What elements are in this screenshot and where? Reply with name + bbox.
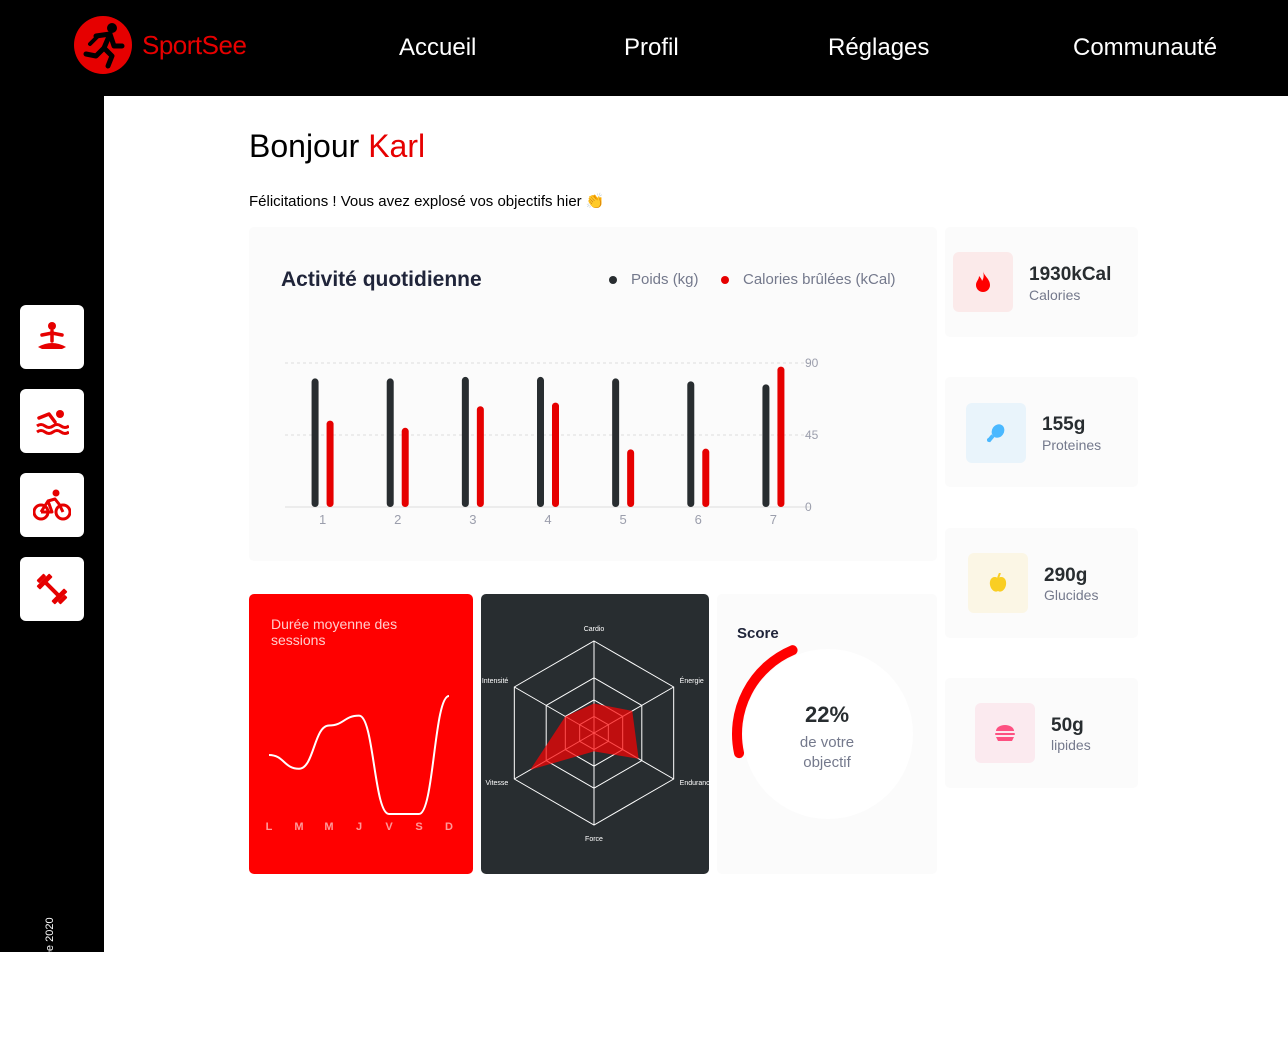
day-tick-label: S: [415, 821, 422, 833]
x-tick-label: 3: [469, 512, 476, 527]
calorie-bar: [326, 420, 334, 507]
activity-chart-card: Activité quotidienne Poids (kg) Calories…: [249, 227, 937, 561]
nav-reglages[interactable]: Réglages: [828, 34, 929, 62]
score-value: 22%: [804, 702, 850, 727]
calories-label: Calories: [1029, 287, 1081, 303]
weight-bar: [461, 376, 469, 507]
day-tick-label: J: [356, 821, 362, 833]
top-navbar: SportSee Accueil Profil Réglages Communa…: [0, 0, 1288, 96]
calorie-bar: [777, 366, 785, 507]
nav-profil[interactable]: Profil: [624, 34, 679, 62]
greeting-hello: Bonjour: [249, 128, 360, 164]
yoga-icon: [38, 322, 66, 349]
day-tick-label: V: [385, 821, 393, 833]
proteines-icon-box: [966, 403, 1026, 463]
glucides-icon-box: [968, 553, 1028, 613]
y-tick-label: 0: [805, 500, 812, 514]
weight-bar: [687, 381, 695, 507]
score-subtitle-line1: de votre: [799, 734, 855, 751]
lipides-value: 50g: [1051, 715, 1084, 736]
copyright-text: Copyright, SportSee 2020: [44, 917, 56, 1044]
average-sessions-card: Durée moyenne des sessions LMMJVSD: [249, 594, 473, 874]
day-tick-label: D: [445, 821, 453, 833]
swimming-icon: [36, 410, 69, 435]
score-subtitle-line2: objectif: [803, 754, 851, 771]
glucides-value: 290g: [1044, 565, 1088, 586]
chicken-leg-icon: [986, 424, 1005, 443]
weight-bar: [537, 376, 544, 507]
x-tick-label: 2: [394, 512, 401, 527]
weight-bar: [762, 384, 770, 507]
dumbbell-button[interactable]: [20, 557, 84, 621]
radar-axis-label: Vitesse: [485, 780, 508, 787]
calories-icon-box: [953, 252, 1013, 312]
performance-radar-card: Cardio Énergie Endurance Force Vitesse Intens…: [481, 594, 714, 874]
radar-axis-label: Endurance: [680, 780, 709, 787]
score-card: Score 22% de votre objectif: [717, 594, 937, 874]
performance-radar-chart: Cardio Énergie Endurance Force Vitesse Intens…: [482, 626, 714, 843]
swimming-button[interactable]: [20, 389, 84, 453]
key-data-proteines: 155g Proteines: [945, 377, 1138, 487]
calorie-bar: [627, 449, 635, 507]
day-tick-label: L: [266, 821, 273, 833]
lipides-label: lipides: [1051, 737, 1091, 753]
calorie-bar: [702, 448, 710, 507]
day-tick-label: M: [294, 821, 303, 833]
nav-communaute[interactable]: Communauté: [1073, 34, 1217, 62]
page-title: Bonjour Karl: [249, 128, 425, 165]
radar-axis-label: Cardio: [584, 626, 605, 633]
calorie-bar: [401, 427, 409, 507]
radar-axis-label: Force: [585, 836, 603, 843]
score-subtitle: de votre objectif: [717, 733, 937, 773]
nav-accueil[interactable]: Accueil: [399, 34, 476, 62]
y-tick-label: 45: [805, 428, 819, 442]
yoga-button[interactable]: [20, 305, 84, 369]
cycling-button[interactable]: [20, 473, 84, 537]
brand-name: SportSee: [142, 29, 247, 60]
x-tick-label: 6: [695, 512, 702, 527]
proteines-label: Proteines: [1042, 437, 1102, 453]
left-sidebar: Copyright, SportSee 2020: [0, 96, 104, 1044]
glucides-label: Glucides: [1044, 587, 1099, 603]
proteines-value: 155g: [1042, 414, 1086, 435]
burger-icon: [995, 725, 1015, 741]
calories-value: 1930kCal: [1029, 264, 1112, 285]
sessions-line: [268, 695, 450, 815]
day-tick-label: M: [324, 821, 333, 833]
apple-icon: [989, 573, 1007, 592]
weight-bar: [311, 378, 319, 507]
cycling-icon: [33, 489, 71, 521]
x-tick-label: 4: [544, 512, 551, 527]
weight-bar: [612, 378, 620, 507]
x-tick-label: 1: [319, 512, 326, 527]
logo[interactable]: SportSee: [74, 16, 247, 74]
user-name: Karl: [368, 128, 426, 164]
radar-axis-label: Intensité: [482, 678, 509, 685]
x-tick-label: 5: [620, 512, 627, 527]
activity-bar-chart: 045901 2 3 4 5 6 7: [285, 356, 819, 527]
x-tick-label: 7: [770, 512, 777, 527]
average-sessions-line-chart: LMMJVSD: [266, 695, 453, 833]
radar-axis-label: Énergie: [680, 676, 704, 685]
calorie-bar: [476, 406, 484, 507]
key-data-glucides: 290g Glucides: [945, 528, 1138, 638]
congrats-message: Félicitations ! Vous avez explosé vos ob…: [249, 193, 605, 210]
key-data-calories: 1930kCal Calories: [945, 227, 1138, 337]
weight-bar: [386, 378, 394, 507]
runner-logo-icon: [74, 16, 132, 74]
fire-icon: [976, 271, 990, 292]
key-data-lipides: 50g lipides: [945, 678, 1138, 788]
y-tick-label: 90: [805, 356, 819, 370]
calorie-bar: [552, 402, 559, 507]
dumbbell-icon: [36, 573, 68, 605]
lipides-icon-box: [975, 703, 1035, 763]
